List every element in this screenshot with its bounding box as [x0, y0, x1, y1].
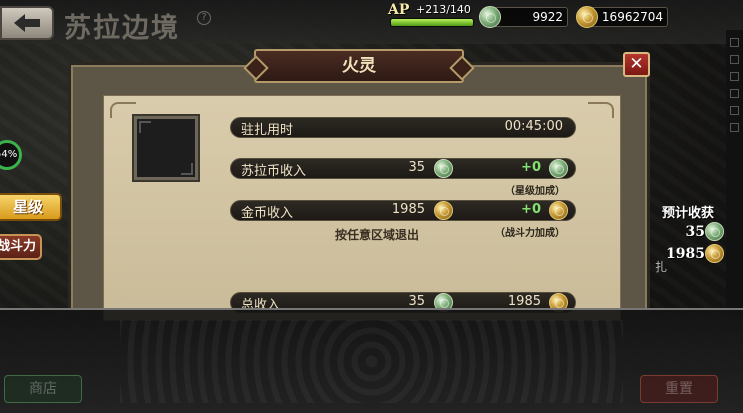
garrison-time-label: 驻扎用时: [241, 123, 294, 138]
reset-button[interactable]: 重置: [640, 375, 718, 403]
sula-coin-icon: [705, 222, 724, 241]
ap-label: AP: [388, 2, 410, 18]
page-title: 苏拉边境: [64, 13, 180, 44]
ornament-corner: [110, 102, 136, 118]
gold-income-value: 1985: [391, 202, 425, 217]
close-button[interactable]: ✕: [623, 52, 650, 77]
strip-box: [730, 89, 739, 98]
sula-coin-icon: [479, 6, 501, 28]
exit-hint: 按任意区域退出: [335, 228, 420, 242]
bottom-overlay[interactable]: [0, 308, 743, 413]
gold-coin-icon: [434, 201, 453, 220]
strip-box: [730, 106, 739, 115]
ap-bar-fill: [391, 19, 473, 26]
back-arrow-icon: [14, 14, 40, 32]
help-icon[interactable]: ?: [197, 11, 211, 25]
strip-box: [730, 55, 739, 64]
sula-coin-icon: [434, 159, 453, 178]
hero-slot[interactable]: [134, 116, 198, 180]
sula-income-label: 苏拉币收入: [241, 164, 307, 179]
shop-button[interactable]: 商店: [4, 375, 82, 403]
total-gold: 1985: [507, 294, 541, 309]
gold-income-row: 金币收入 1985 +0: [230, 200, 576, 221]
gold-bonus: +0: [521, 202, 541, 217]
close-icon: ✕: [629, 54, 644, 74]
sula-income-value: 35: [408, 160, 425, 175]
gold-counter: 16962704: [586, 7, 668, 27]
garrison-time-row: 驻扎用时 00:45:00: [230, 117, 576, 138]
total-sula: 35: [408, 294, 425, 309]
power-bonus-note: （战斗力加成）: [495, 228, 565, 239]
top-bar: 苏拉边境 ? AP +213/140 9922 16962704: [0, 0, 743, 44]
side-text: 扎: [655, 260, 668, 274]
gold-coin-icon: [705, 244, 724, 263]
star-button[interactable]: 星级: [0, 193, 62, 221]
gold-amount: 16962704: [601, 10, 663, 24]
gold-coin-icon: [549, 201, 568, 220]
dialog-title: 火灵: [254, 49, 464, 83]
sula-coin-counter: 9922: [490, 7, 568, 27]
ap-bar: [390, 18, 474, 27]
strip-box: [730, 72, 739, 81]
strip-box: [730, 123, 739, 132]
sula-coin-icon: [549, 159, 568, 178]
star-bonus-note: （星级加成）: [505, 186, 565, 197]
gold-income-label: 金币收入: [241, 206, 294, 221]
ap-value: +213/140: [416, 3, 471, 16]
sula-coin-amount: 9922: [532, 10, 563, 24]
expected-gold: 1985: [666, 246, 705, 262]
expected-income-title: 预计收获: [662, 206, 715, 221]
sula-bonus: +0: [521, 160, 541, 175]
garrison-time-value: 00:45:00: [504, 119, 563, 134]
ap-meter: AP +213/140: [388, 2, 478, 28]
gold-coin-icon: [576, 6, 598, 28]
back-button[interactable]: [0, 6, 54, 40]
power-button[interactable]: 战斗力: [0, 234, 42, 260]
ornament-corner: [588, 102, 614, 118]
sula-income-row: 苏拉币收入 35 +0: [230, 158, 576, 179]
right-edge-strip: [726, 30, 743, 330]
strip-box: [730, 38, 739, 47]
expected-sula: 35: [685, 224, 705, 240]
